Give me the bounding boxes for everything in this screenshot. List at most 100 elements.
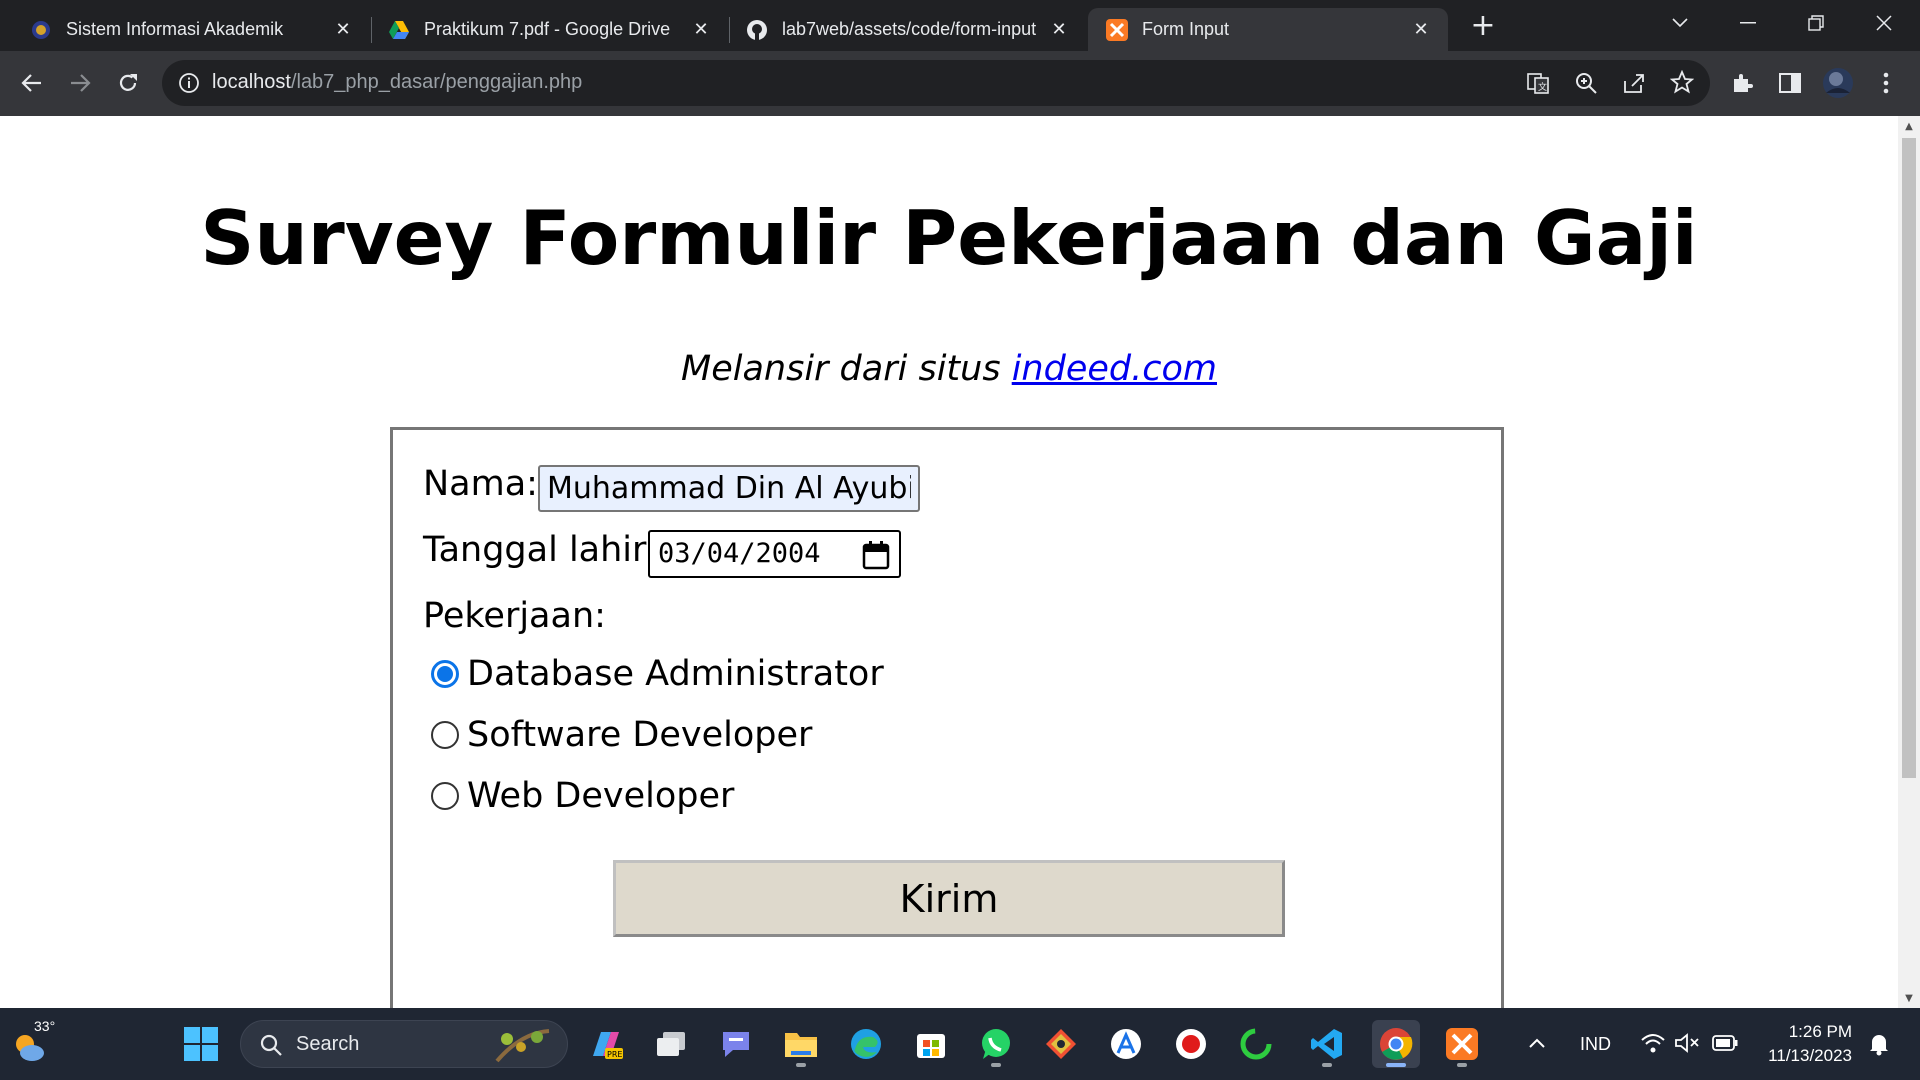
browser-toolbar: localhost/lab7_php_dasar/penggajian.php … bbox=[0, 51, 1920, 116]
svg-text:文: 文 bbox=[1538, 81, 1547, 93]
taskbar-search[interactable]: Search bbox=[240, 1020, 568, 1068]
scroll-down-icon[interactable]: ▼ bbox=[1898, 988, 1920, 1008]
tab-title: lab7web/assets/code/form-input bbox=[782, 19, 1037, 39]
browser-tab-strip: Sistem Informasi Akademik ✕ Praktikum 7.… bbox=[0, 0, 1920, 51]
store-icon[interactable] bbox=[907, 1020, 955, 1068]
url-path: /lab7_php_dasar/penggajian.php bbox=[290, 71, 583, 93]
close-icon[interactable]: ✕ bbox=[332, 19, 354, 41]
running-indicator bbox=[796, 1063, 806, 1067]
name-input[interactable] bbox=[538, 465, 920, 512]
back-icon[interactable] bbox=[14, 65, 50, 101]
side-panel-icon[interactable] bbox=[1772, 65, 1808, 101]
page-title: Survey Formulir Pekerjaan dan Gaji bbox=[200, 194, 1698, 282]
clock-time[interactable]: 1:26 PM bbox=[1786, 1022, 1852, 1042]
running-indicator bbox=[991, 1063, 1001, 1067]
tab-sistem-informasi[interactable]: Sistem Informasi Akademik ✕ bbox=[0, 8, 370, 51]
whatsapp-icon[interactable] bbox=[972, 1020, 1020, 1068]
radio-label: Database Administrator bbox=[467, 654, 884, 694]
radio-button[interactable] bbox=[431, 782, 459, 810]
xampp-icon bbox=[1106, 18, 1128, 41]
job-option-web-developer[interactable]: Web Developer bbox=[431, 772, 734, 820]
file-explorer-icon[interactable] bbox=[777, 1020, 825, 1068]
show-hidden-icons-chevron[interactable] bbox=[1528, 1034, 1546, 1053]
tab-google-drive[interactable]: Praktikum 7.pdf - Google Drive ✕ bbox=[358, 8, 728, 51]
volume-muted-icon[interactable] bbox=[1674, 1032, 1700, 1058]
radio-button[interactable] bbox=[431, 721, 459, 749]
university-icon bbox=[30, 19, 52, 41]
google-drive-icon bbox=[388, 19, 410, 41]
subtitle-text: Melansir dari situs bbox=[681, 349, 1012, 389]
vscode-icon[interactable] bbox=[1303, 1020, 1351, 1068]
tab-title: Praktikum 7.pdf - Google Drive bbox=[424, 19, 671, 39]
new-tab-icon[interactable]: + bbox=[1468, 11, 1498, 42]
close-icon[interactable]: ✕ bbox=[690, 19, 712, 41]
site-info-icon[interactable] bbox=[178, 72, 200, 98]
minimize-icon[interactable] bbox=[1728, 8, 1768, 38]
clock-date[interactable]: 11/13/2023 bbox=[1760, 1046, 1852, 1066]
xampp-taskbar-icon[interactable] bbox=[1438, 1020, 1486, 1068]
autodesk-icon[interactable] bbox=[1102, 1020, 1150, 1068]
task-view-icon[interactable] bbox=[647, 1020, 695, 1068]
url-text: localhost/lab7_php_dasar/penggajian.php bbox=[212, 71, 582, 94]
language-indicator[interactable]: IND bbox=[1580, 1034, 1611, 1055]
tab-form-input[interactable]: Form Input ✕ bbox=[1088, 8, 1448, 51]
zoom-icon[interactable] bbox=[1574, 71, 1598, 99]
indeed-link[interactable]: indeed.com bbox=[1012, 349, 1217, 389]
profile-avatar[interactable] bbox=[1820, 65, 1856, 101]
calendar-icon[interactable] bbox=[862, 540, 890, 570]
extensions-icon[interactable] bbox=[1724, 65, 1760, 101]
refresh-app-icon[interactable] bbox=[1232, 1020, 1280, 1068]
scroll-up-icon[interactable]: ▲ bbox=[1898, 116, 1920, 136]
weather-icon bbox=[12, 1032, 48, 1066]
start-button[interactable] bbox=[177, 1020, 225, 1068]
recorder-icon[interactable] bbox=[1167, 1020, 1215, 1068]
teams-chat-icon[interactable] bbox=[712, 1020, 760, 1068]
translate-icon[interactable]: 文 bbox=[1526, 71, 1550, 99]
tab-search-chevron-icon[interactable] bbox=[1660, 8, 1700, 38]
copilot-icon[interactable]: PRE bbox=[582, 1020, 630, 1068]
share-icon[interactable] bbox=[1622, 71, 1646, 99]
radio-label: Web Developer bbox=[467, 776, 735, 816]
job-option-software-developer[interactable]: Software Developer bbox=[431, 711, 812, 759]
job-option-database-administrator[interactable]: Database Administrator bbox=[431, 650, 884, 698]
scroll-thumb[interactable] bbox=[1902, 138, 1916, 778]
github-icon bbox=[746, 19, 768, 41]
dob-label: Tanggal lahir: bbox=[423, 530, 658, 570]
page-subtitle: Melansir dari situs indeed.com bbox=[0, 349, 1898, 389]
reload-icon[interactable] bbox=[110, 65, 146, 101]
menu-kebab-icon[interactable] bbox=[1868, 65, 1904, 101]
notification-bell-icon[interactable] bbox=[1868, 1032, 1890, 1060]
weather-widget[interactable]: 33° bbox=[12, 1018, 56, 1066]
window-close-icon[interactable] bbox=[1864, 8, 1904, 38]
wifi-icon[interactable] bbox=[1640, 1032, 1666, 1058]
submit-button[interactable]: Kirim bbox=[613, 860, 1285, 937]
forward-icon[interactable] bbox=[62, 65, 98, 101]
weather-temperature: 33° bbox=[34, 1018, 56, 1034]
close-icon[interactable]: ✕ bbox=[1048, 19, 1070, 41]
radio-label: Software Developer bbox=[467, 715, 813, 755]
running-indicator bbox=[1457, 1063, 1467, 1067]
tab-github[interactable]: lab7web/assets/code/form-input ✕ bbox=[716, 8, 1086, 51]
git-icon[interactable] bbox=[1037, 1020, 1085, 1068]
job-label: Pekerjaan: bbox=[423, 596, 606, 636]
edge-icon[interactable] bbox=[842, 1020, 890, 1068]
close-icon[interactable]: ✕ bbox=[1410, 19, 1432, 41]
dob-date-input[interactable]: 03/04/2004 bbox=[648, 530, 901, 578]
dob-value: 03/04/2004 bbox=[658, 538, 821, 569]
restore-icon[interactable] bbox=[1796, 8, 1836, 38]
address-bar[interactable]: localhost/lab7_php_dasar/penggajian.php … bbox=[162, 60, 1710, 106]
page-viewport: Survey Formulir Pekerjaan dan Gaji Melan… bbox=[0, 116, 1898, 1008]
survey-form: Nama: Tanggal lahir: 03/04/2004 Pekerjaa… bbox=[390, 427, 1504, 1008]
search-placeholder: Search bbox=[296, 1033, 360, 1055]
page-scrollbar[interactable]: ▲ ▼ bbox=[1898, 116, 1920, 1008]
running-indicator bbox=[1322, 1063, 1332, 1067]
radio-button-checked[interactable] bbox=[431, 660, 459, 688]
svg-text:PRE: PRE bbox=[607, 1050, 622, 1059]
windows-taskbar: 33° Search PRE IND 1:26 PM 11/13/2023 bbox=[0, 1008, 1920, 1080]
tab-title: Sistem Informasi Akademik bbox=[66, 19, 284, 39]
chrome-icon[interactable] bbox=[1372, 1020, 1420, 1068]
bookmark-star-icon[interactable] bbox=[1669, 69, 1695, 98]
search-icon bbox=[259, 1033, 283, 1061]
url-host: localhost bbox=[212, 71, 291, 93]
battery-icon[interactable] bbox=[1712, 1035, 1738, 1055]
